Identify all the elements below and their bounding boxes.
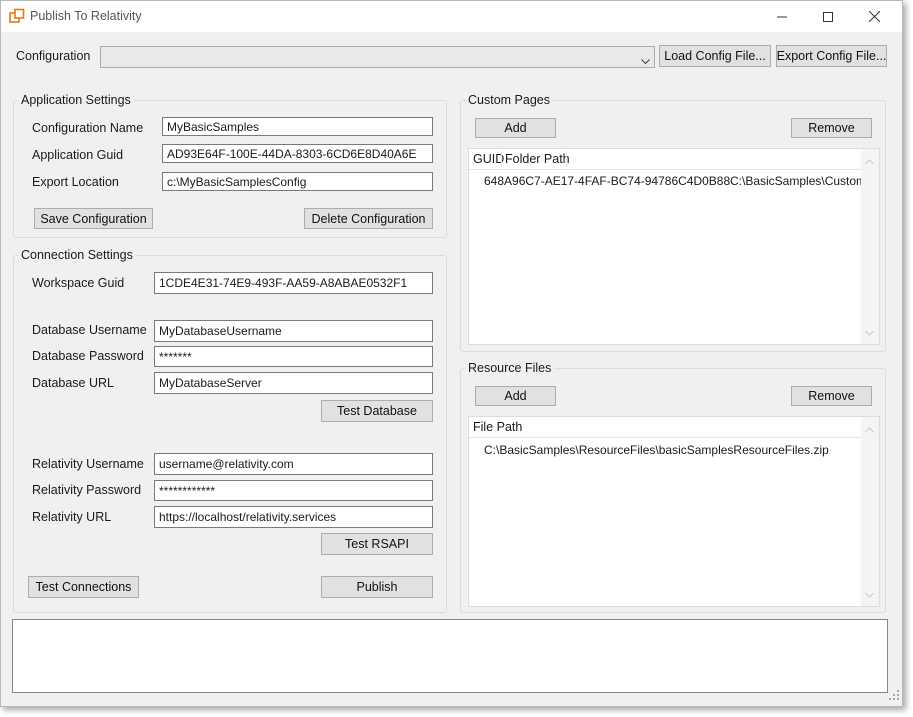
resource-files-title: Resource Files <box>465 361 555 375</box>
database-password-value: ******* <box>159 349 192 364</box>
workspace-guid-value: 1CDE4E31-74E9-493F-AA59-A8ABAE0532F1 <box>159 276 408 290</box>
resource-files-add-button[interactable]: Add <box>475 386 556 406</box>
custom-pages-remove-button[interactable]: Remove <box>791 118 872 138</box>
relativity-password-value: ************ <box>159 483 216 498</box>
test-database-button[interactable]: Test Database <box>321 400 433 422</box>
custom-pages-title: Custom Pages <box>465 93 553 107</box>
export-location-field[interactable]: c:\MyBasicSamplesConfig <box>162 172 433 191</box>
workspace-guid-field[interactable]: 1CDE4E31-74E9-493F-AA59-A8ABAE0532F1 <box>154 272 433 294</box>
configuration-name-field[interactable]: MyBasicSamples <box>162 117 433 136</box>
window-title: Publish To Relativity <box>30 9 142 23</box>
column-header-folder-path[interactable]: Folder Path <box>505 152 570 166</box>
chevron-down-icon <box>641 54 650 68</box>
database-password-field[interactable]: ******* <box>154 346 433 367</box>
save-configuration-button[interactable]: Save Configuration <box>34 208 153 229</box>
custom-pages-scrollbar[interactable] <box>861 149 879 344</box>
scroll-up-icon[interactable] <box>865 422 874 436</box>
resize-grip-icon[interactable] <box>889 689 899 703</box>
export-location-label: Export Location <box>32 175 119 189</box>
relativity-password-label: Relativity Password <box>32 483 142 497</box>
database-url-label: Database URL <box>32 376 114 390</box>
custom-pages-header: GUID Folder Path <box>469 149 861 170</box>
load-config-button[interactable]: Load Config File... <box>659 45 771 67</box>
relativity-url-label: Relativity URL <box>32 510 112 524</box>
close-icon <box>868 11 880 22</box>
scroll-up-icon[interactable] <box>865 154 874 168</box>
delete-configuration-button[interactable]: Delete Configuration <box>304 208 433 229</box>
database-password-label: Database Password <box>32 349 144 363</box>
scroll-down-icon[interactable] <box>865 587 874 601</box>
scroll-down-icon[interactable] <box>865 325 874 339</box>
table-row[interactable]: 648A96C7-AE17-4FAF-BC74-94786C4D0B88 C:\… <box>469 173 866 191</box>
row-guid: 648A96C7-AE17-4FAF-BC74-94786C4D0B88 <box>484 174 731 188</box>
maximize-button[interactable] <box>805 1 851 32</box>
workspace-guid-label: Workspace Guid <box>32 276 125 290</box>
publish-button[interactable]: Publish <box>321 576 433 598</box>
app-icon <box>9 8 25 24</box>
export-location-value: c:\MyBasicSamplesConfig <box>167 174 307 189</box>
configuration-name-label: Configuration Name <box>32 121 144 135</box>
configuration-label: Configuration <box>16 49 91 63</box>
column-header-guid[interactable]: GUID <box>473 152 504 166</box>
relativity-username-value: username@relativity.com <box>159 457 294 471</box>
application-guid-field[interactable]: AD93E64F-100E-44DA-8303-6CD6E8D40A6E <box>162 144 433 163</box>
test-rsapi-button[interactable]: Test RSAPI <box>321 533 433 555</box>
database-url-field[interactable]: MyDatabaseServer <box>154 372 433 394</box>
resource-files-header: File Path <box>469 417 861 438</box>
minimize-icon <box>777 12 787 22</box>
close-button[interactable] <box>851 1 897 32</box>
column-separator <box>566 151 567 167</box>
relativity-username-field[interactable]: username@relativity.com <box>154 453 433 475</box>
database-username-value: MyDatabaseUsername <box>159 324 282 338</box>
custom-pages-add-button[interactable]: Add <box>475 118 556 138</box>
status-output-box[interactable] <box>12 619 888 693</box>
minimize-button[interactable] <box>759 1 805 32</box>
export-config-button[interactable]: Export Config File... <box>776 45 887 67</box>
application-guid-label: Application Guid <box>32 148 124 162</box>
configuration-name-value: MyBasicSamples <box>167 119 260 134</box>
row-file-path: C:\BasicSamples\ResourceFiles\basicSampl… <box>484 443 829 457</box>
maximize-icon <box>823 11 833 22</box>
database-url-value: MyDatabaseServer <box>159 376 262 390</box>
connection-settings-title: Connection Settings <box>18 248 136 262</box>
connection-settings-group <box>13 255 447 613</box>
column-header-file-path[interactable]: File Path <box>473 420 522 434</box>
relativity-password-field[interactable]: ************ <box>154 480 433 501</box>
column-separator <box>501 151 502 167</box>
test-connections-button[interactable]: Test Connections <box>28 576 139 598</box>
relativity-url-value: https://localhost/relativity.services <box>159 510 337 524</box>
resource-files-list[interactable]: File Path C:\BasicSamples\ResourceFiles\… <box>468 416 880 607</box>
database-username-label: Database Username <box>32 323 147 337</box>
resource-files-scrollbar[interactable] <box>861 417 879 606</box>
publish-window: Publish To Relativity Configuration Load… <box>0 0 903 707</box>
resource-files-remove-button[interactable]: Remove <box>791 386 872 406</box>
title-bar: Publish To Relativity <box>1 1 902 32</box>
custom-pages-list[interactable]: GUID Folder Path 648A96C7-AE17-4FAF-BC74… <box>468 148 880 345</box>
configuration-combo[interactable] <box>100 46 655 68</box>
application-settings-title: Application Settings <box>18 93 134 107</box>
application-guid-value: AD93E64F-100E-44DA-8303-6CD6E8D40A6E <box>167 146 417 161</box>
relativity-url-field[interactable]: https://localhost/relativity.services <box>154 506 433 528</box>
row-folder-path: C:\BasicSamples\Custom <box>730 174 867 188</box>
database-username-field[interactable]: MyDatabaseUsername <box>154 320 433 342</box>
relativity-username-label: Relativity Username <box>32 457 144 471</box>
table-row[interactable]: C:\BasicSamples\ResourceFiles\basicSampl… <box>469 442 861 460</box>
